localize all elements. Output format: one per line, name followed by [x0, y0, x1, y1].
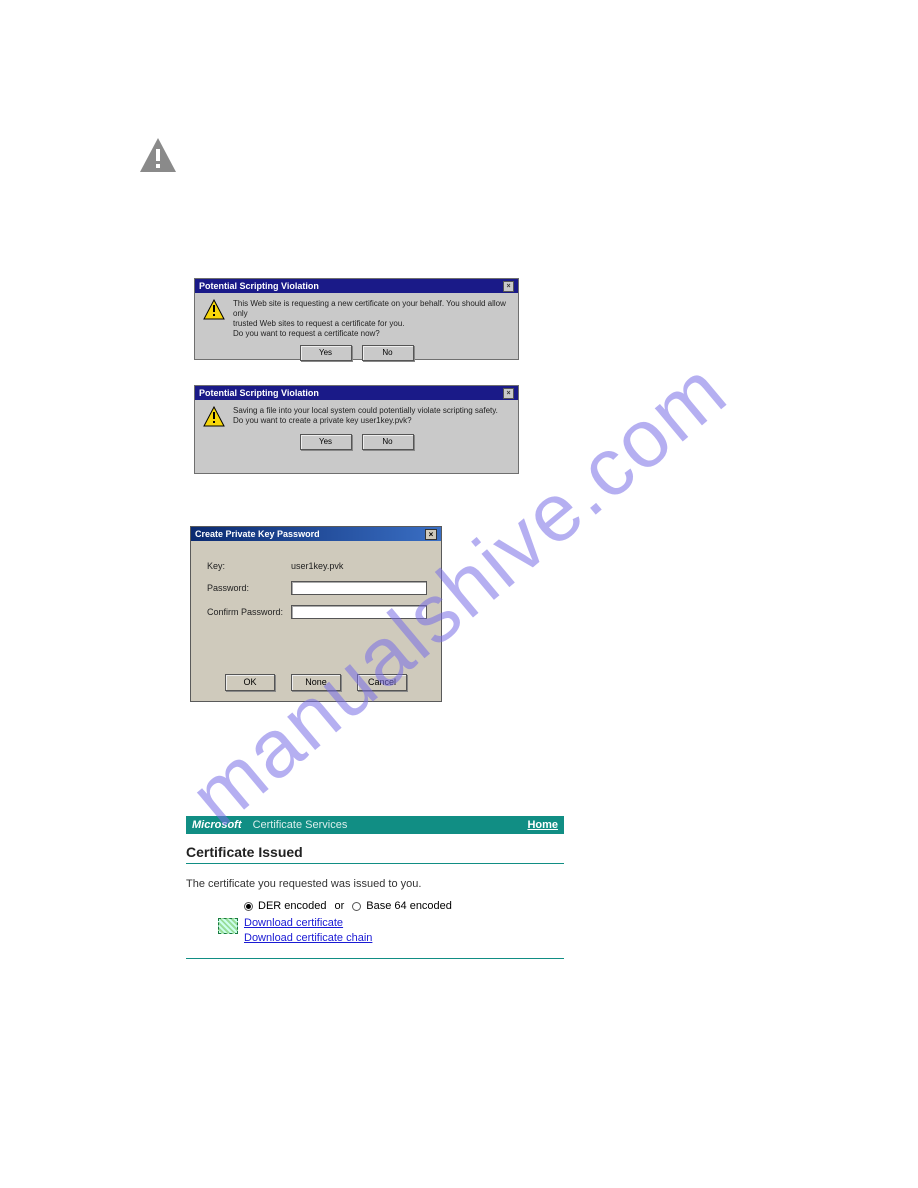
home-link[interactable]: Home — [527, 819, 558, 831]
dialog-titlebar: Create Private Key Password × — [191, 527, 441, 541]
key-value: user1key.pvk — [291, 561, 343, 571]
create-private-key-password-dialog: Create Private Key Password × Key: user1… — [190, 526, 442, 702]
scripting-violation-dialog-1: Potential Scripting Violation × This Web… — [194, 278, 519, 360]
no-button[interactable]: No — [362, 345, 414, 361]
download-certificate-link[interactable]: Download certificate — [244, 916, 372, 931]
cancel-button[interactable]: Cancel — [357, 674, 407, 691]
der-label: DER encoded — [258, 900, 327, 912]
scripting-violation-dialog-2: Potential Scripting Violation × Saving a… — [194, 385, 519, 474]
dialog-title: Create Private Key Password — [195, 529, 320, 539]
dialog-message: Saving a file into your local system cou… — [233, 406, 498, 426]
close-icon[interactable]: × — [425, 529, 437, 540]
close-icon[interactable]: × — [503, 281, 514, 292]
none-button[interactable]: None — [291, 674, 341, 691]
dialog-titlebar: Potential Scripting Violation × — [195, 386, 518, 400]
password-input[interactable] — [291, 581, 427, 595]
dialog-title: Potential Scripting Violation — [199, 281, 319, 291]
cert-banner: Microsoft Certificate Services Home — [186, 816, 564, 834]
key-label: Key: — [207, 561, 291, 571]
yes-button[interactable]: Yes — [300, 434, 352, 450]
dialog-title: Potential Scripting Violation — [199, 388, 319, 398]
divider — [186, 958, 564, 959]
or-label: or — [335, 900, 345, 912]
dialog-titlebar: Potential Scripting Violation × — [195, 279, 518, 293]
caution-icon — [140, 138, 176, 172]
confirm-password-input[interactable] — [291, 605, 427, 619]
no-button[interactable]: No — [362, 434, 414, 450]
dialog-message: This Web site is requesting a new certif… — [233, 299, 510, 339]
yes-button[interactable]: Yes — [300, 345, 352, 361]
download-certificate-chain-link[interactable]: Download certificate chain — [244, 931, 372, 946]
confirm-password-label: Confirm Password: — [207, 607, 291, 617]
close-icon[interactable]: × — [503, 388, 514, 399]
issued-text: The certificate you requested was issued… — [186, 878, 564, 890]
ok-button[interactable]: OK — [225, 674, 275, 691]
certificate-icon — [218, 918, 238, 934]
base64-label: Base 64 encoded — [366, 900, 452, 912]
encoding-options: DER encoded or Base 64 encoded — [244, 900, 564, 912]
page-heading: Certificate Issued — [186, 844, 564, 864]
certificate-services-page: Microsoft Certificate Services Home Cert… — [186, 816, 564, 959]
banner-brand: Microsoft Certificate Services — [192, 819, 347, 831]
password-label: Password: — [207, 583, 291, 593]
base64-radio[interactable] — [352, 902, 361, 911]
der-radio[interactable] — [244, 902, 253, 911]
warning-icon — [203, 406, 225, 428]
warning-icon — [203, 299, 225, 321]
